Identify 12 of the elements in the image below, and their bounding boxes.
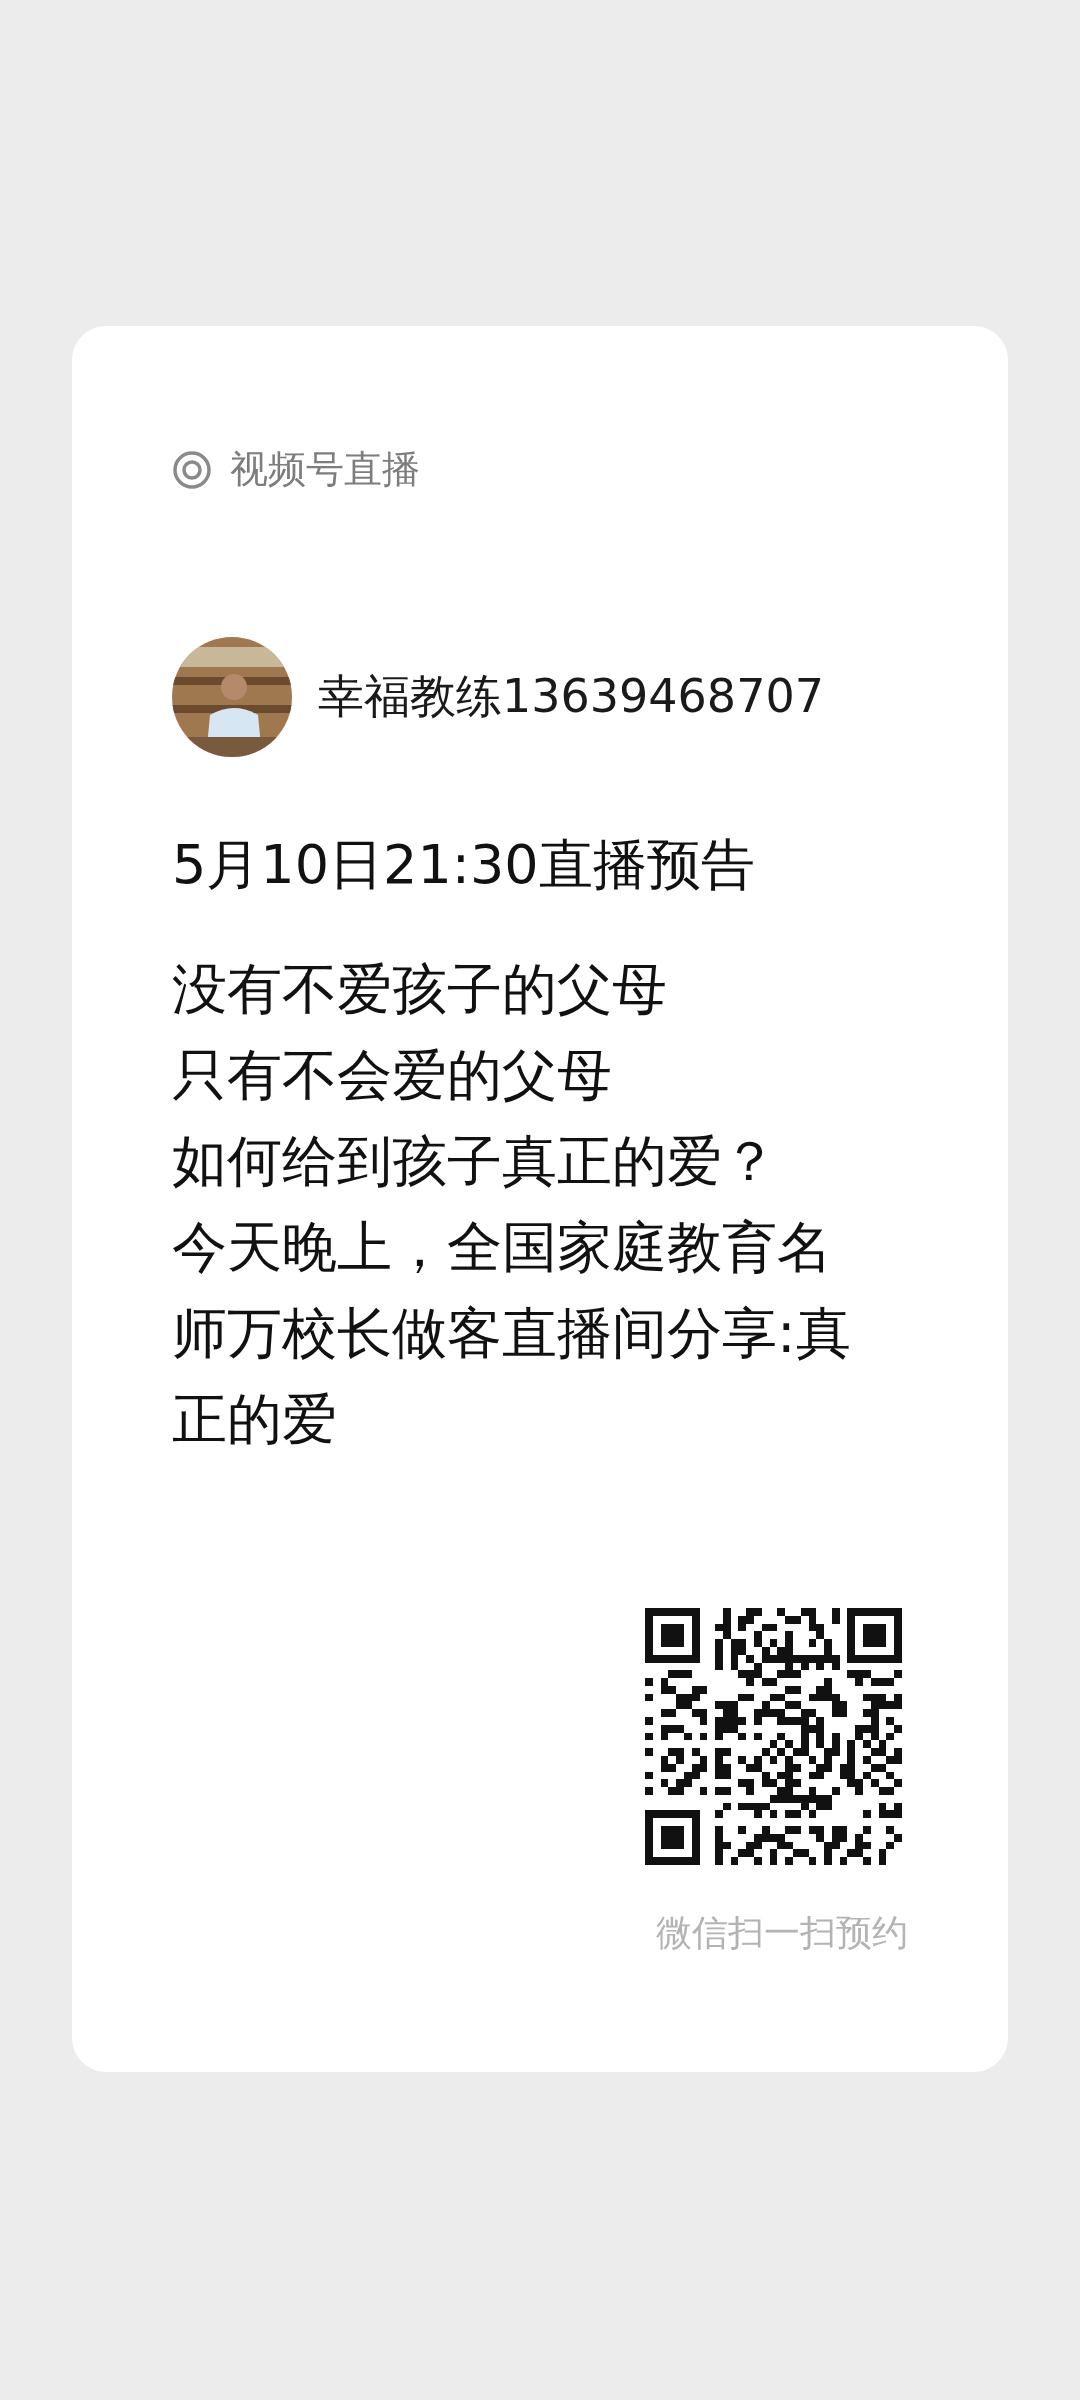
source-label: 视频号直播 bbox=[230, 446, 420, 493]
live-icon bbox=[172, 449, 212, 490]
description-line: 没有不爱孩子的父母 bbox=[172, 956, 667, 1023]
host-name: 幸福教练13639468707 bbox=[318, 668, 824, 725]
description-line: 今天晚上，全国家庭教育名 bbox=[172, 1214, 832, 1281]
description-line: 师万校长做客直播间分享:真 bbox=[172, 1300, 851, 1367]
qr-caption: 微信扫一扫预约 bbox=[656, 1911, 908, 1955]
live-title: 5月10日21:30直播预告 bbox=[172, 832, 756, 898]
description-line: 正的爱 bbox=[172, 1386, 337, 1453]
description-line: 只有不会爱的父母 bbox=[172, 1042, 612, 1109]
description-line: 如何给到孩子真正的爱？ bbox=[172, 1128, 777, 1195]
qr-code[interactable] bbox=[645, 1608, 902, 1865]
